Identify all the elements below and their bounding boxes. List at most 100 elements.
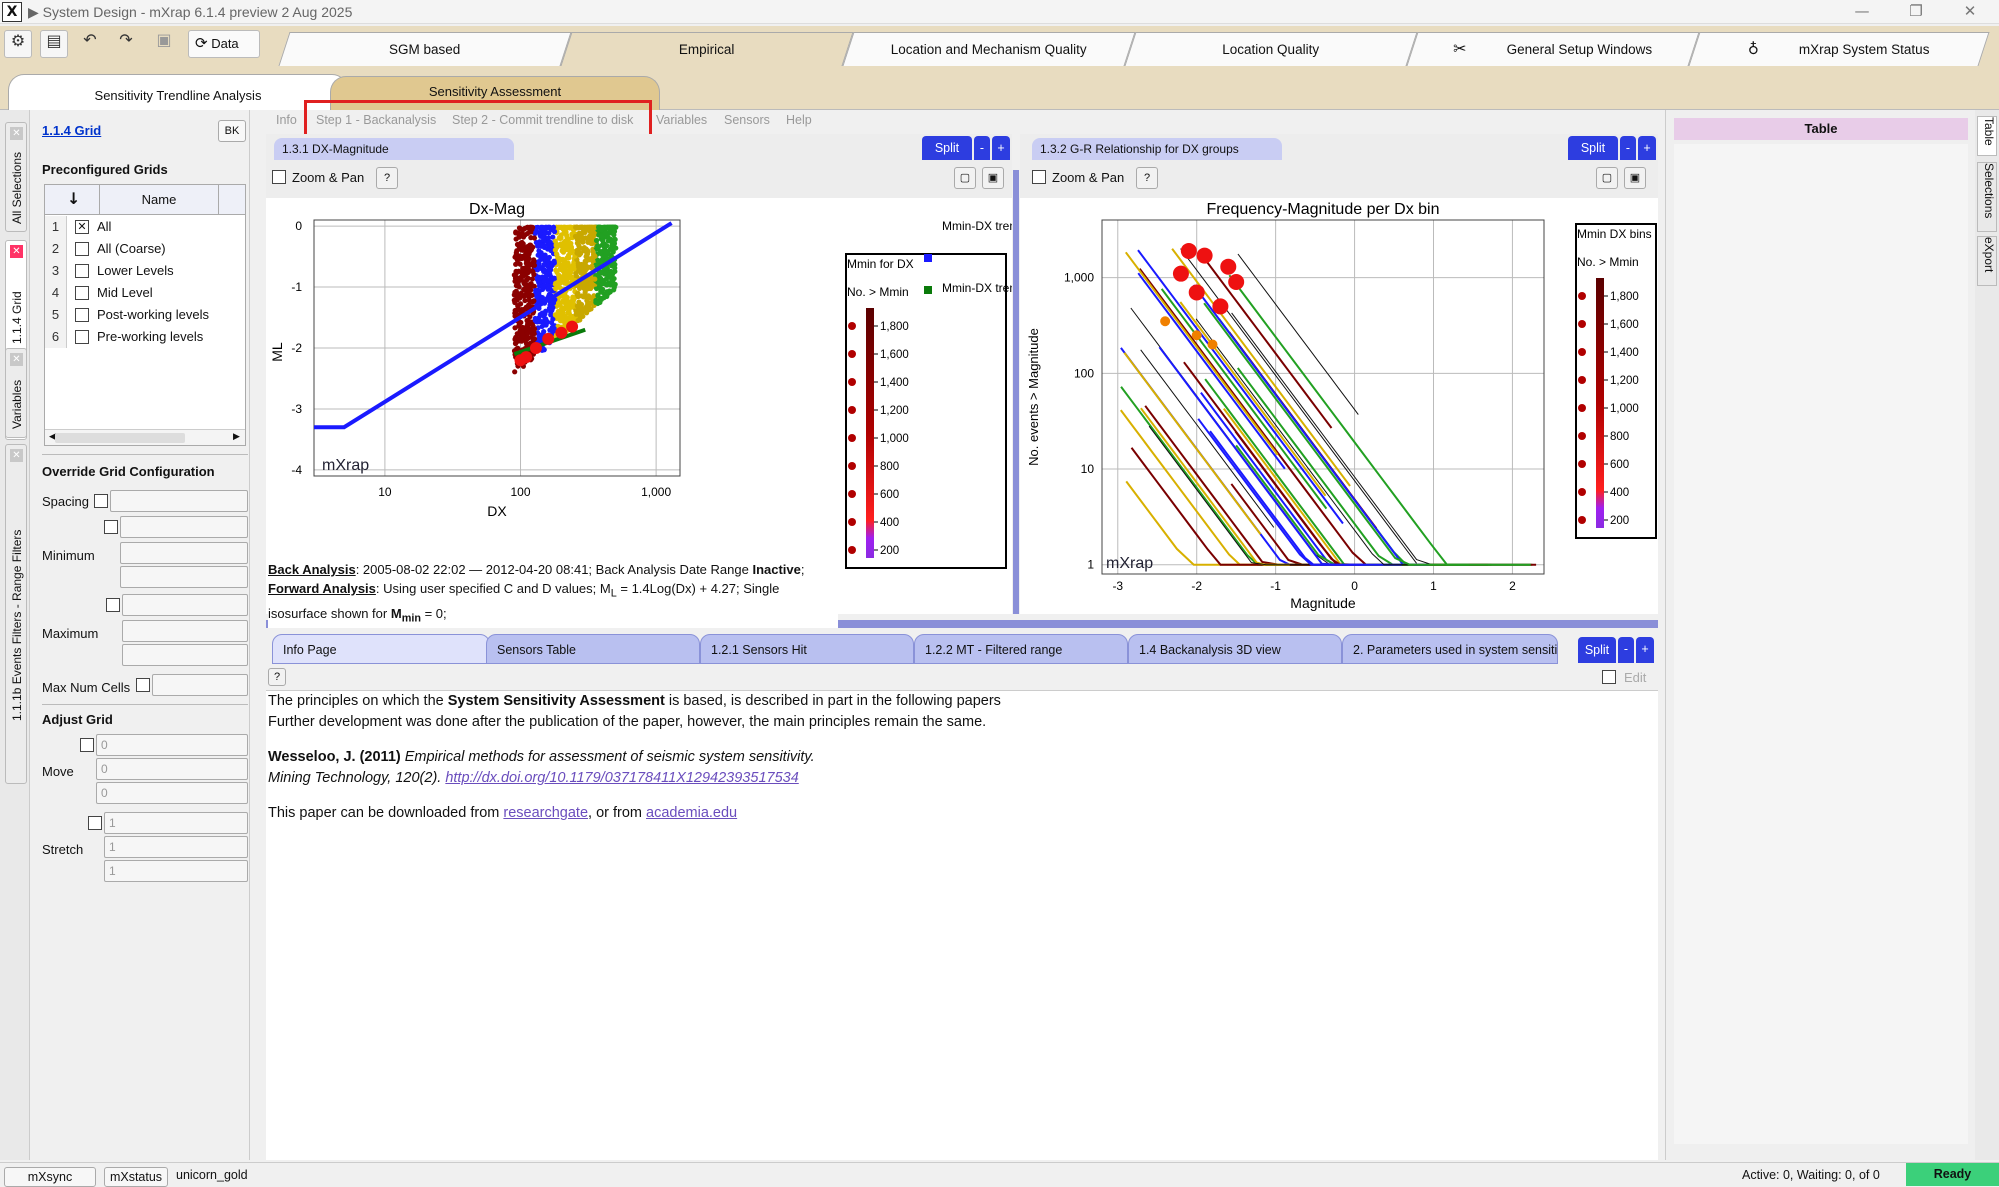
move-x-field[interactable]: 0 bbox=[96, 734, 248, 756]
table-row[interactable]: 2 All (Coarse) bbox=[45, 238, 245, 260]
mxsync-button[interactable]: mXsync bbox=[4, 1167, 96, 1187]
save-icon[interactable]: ▣ bbox=[1624, 167, 1646, 189]
vtab-event-filters[interactable]: ✕ 1.1.1b Events Filters - Range Filters bbox=[5, 444, 27, 784]
table-row[interactable]: 1 ✕ All bbox=[45, 216, 245, 238]
maximum-checkbox[interactable] bbox=[106, 598, 120, 612]
scroll-right-icon[interactable]: ▶ bbox=[233, 431, 240, 442]
split-button[interactable]: Split bbox=[1568, 136, 1618, 160]
tab-sensors-hit[interactable]: 1.2.1 Sensors Hit bbox=[700, 634, 914, 664]
move-y-field[interactable]: 0 bbox=[96, 758, 248, 780]
edit-checkbox[interactable] bbox=[1602, 670, 1616, 684]
close-icon[interactable]: ✕ bbox=[10, 449, 23, 462]
tab-sgm-based[interactable]: SGM based bbox=[278, 32, 572, 66]
plus-icon[interactable]: + bbox=[1638, 136, 1656, 160]
max-num-cells-field[interactable] bbox=[152, 674, 248, 696]
researchgate-link[interactable]: researchgate bbox=[503, 805, 588, 821]
clipboard-icon[interactable]: ▢ bbox=[954, 167, 976, 189]
menu-sensors[interactable]: Sensors bbox=[724, 113, 770, 127]
save-icon[interactable]: ▣ bbox=[150, 30, 178, 58]
move-checkbox[interactable] bbox=[80, 738, 94, 752]
bk-button[interactable]: BK bbox=[218, 120, 246, 142]
tab-sensitivity-trendline-analysis[interactable]: Sensitivity Trendline Analysis bbox=[8, 74, 348, 110]
restore-icon[interactable]: ❐ bbox=[1896, 2, 1936, 22]
splitter-handle[interactable] bbox=[1013, 170, 1019, 614]
menu-variables[interactable]: Variables bbox=[656, 113, 707, 127]
tab-backanalysis-3d[interactable]: 1.4 Backanalysis 3D view bbox=[1128, 634, 1342, 664]
tab-location-quality[interactable]: Location Quality bbox=[1124, 32, 1418, 66]
minus-icon[interactable]: - bbox=[1618, 637, 1634, 663]
tab-general-setup-windows[interactable]: ✂ General Setup Windows bbox=[1406, 32, 1700, 66]
minimum-z-field[interactable] bbox=[120, 566, 248, 588]
grid-panel-title[interactable]: 1.1.4 Grid bbox=[42, 123, 101, 138]
plot-tab-dx-magnitude[interactable]: 1.3.1 DX-Magnitude bbox=[274, 138, 514, 160]
academia-link[interactable]: academia.edu bbox=[646, 805, 737, 821]
stretch-z-field[interactable]: 1 bbox=[104, 860, 248, 882]
maximum-z-field[interactable] bbox=[122, 644, 248, 666]
menu-info[interactable]: Info bbox=[276, 113, 297, 127]
spacing-checkbox[interactable] bbox=[94, 494, 108, 508]
menu-help[interactable]: Help bbox=[786, 113, 812, 127]
sort-arrow-icon[interactable]: ↓ bbox=[67, 189, 87, 208]
row-checkbox[interactable] bbox=[75, 242, 89, 256]
redo-icon[interactable]: ↷ bbox=[112, 30, 140, 58]
minimum-x-field[interactable] bbox=[120, 516, 248, 538]
data-button[interactable]: ⟳ Data bbox=[188, 30, 260, 58]
table-row[interactable]: 3 Lower Levels bbox=[45, 260, 245, 282]
zoom-pan-checkbox[interactable] bbox=[1032, 170, 1046, 184]
plus-icon[interactable]: + bbox=[992, 136, 1010, 160]
close-icon[interactable]: ✕ bbox=[10, 127, 23, 140]
vtab-export[interactable]: eXport bbox=[1977, 236, 1997, 286]
gear-icon[interactable]: ⚙ bbox=[4, 30, 32, 58]
spacing-field[interactable] bbox=[110, 490, 248, 512]
close-icon[interactable]: ✕ bbox=[10, 353, 23, 366]
undo-icon[interactable]: ↶ bbox=[76, 30, 104, 58]
clipboard-icon[interactable]: ▢ bbox=[1596, 167, 1618, 189]
table-row[interactable]: 4 Mid Level bbox=[45, 282, 245, 304]
doi-link[interactable]: http://dx.doi.org/10.1179/037178411X1294… bbox=[445, 770, 798, 786]
table-row[interactable]: 6 Pre-working levels bbox=[45, 326, 245, 348]
mxstatus-button[interactable]: mXstatus bbox=[104, 1167, 168, 1187]
vtab-variables[interactable]: ✕ Variables bbox=[5, 348, 27, 438]
column-name-header[interactable]: Name bbox=[99, 185, 219, 215]
maximum-x-field[interactable] bbox=[122, 594, 248, 616]
minus-icon[interactable]: - bbox=[1620, 136, 1636, 160]
split-button[interactable]: Split bbox=[1578, 637, 1616, 663]
tab-parameters[interactable]: 2. Parameters used in system sensiti bbox=[1342, 634, 1558, 664]
layout-icon[interactable]: ▤ bbox=[40, 30, 68, 58]
dx-mag-chart[interactable]: Dx-Mag 10 100 1,000 0 -1 -2 -3 -4 DX ML mXrap Mmin f… bbox=[266, 198, 1012, 614]
minus-icon[interactable]: - bbox=[974, 136, 990, 160]
table-row[interactable]: 5 Post-working levels bbox=[45, 304, 245, 326]
maximum-y-field[interactable] bbox=[122, 620, 248, 642]
close-icon[interactable]: ✕ bbox=[10, 245, 23, 258]
scroll-thumb[interactable] bbox=[55, 433, 185, 443]
minimize-icon[interactable]: — bbox=[1842, 2, 1882, 22]
stretch-checkbox[interactable] bbox=[88, 816, 102, 830]
row-checkbox[interactable] bbox=[75, 308, 89, 322]
row-checkbox[interactable]: ✕ bbox=[75, 220, 89, 234]
zoom-pan-checkbox[interactable] bbox=[272, 170, 286, 184]
tab-sensors-table[interactable]: Sensors Table bbox=[486, 634, 700, 664]
help-button[interactable]: ? bbox=[268, 668, 286, 686]
stretch-x-field[interactable]: 1 bbox=[104, 812, 248, 834]
tab-location-mechanism-quality[interactable]: Location and Mechanism Quality bbox=[842, 32, 1136, 66]
frequency-magnitude-chart[interactable]: Frequency-Magnitude per Dx bin -3 -2 -1 0 1 2 1… bbox=[1020, 198, 1658, 614]
help-button[interactable]: ? bbox=[1136, 167, 1158, 189]
max-num-cells-checkbox[interactable] bbox=[136, 678, 150, 692]
tab-info-page[interactable]: Info Page bbox=[272, 634, 490, 664]
tab-mxrap-system-status[interactable]: ♁ mXrap System Status bbox=[1688, 32, 1990, 66]
minimum-checkbox[interactable] bbox=[104, 520, 118, 534]
vtab-all-selections[interactable]: ✕ All Selections bbox=[5, 122, 27, 232]
vtab-selections[interactable]: Selections bbox=[1977, 162, 1997, 232]
plus-icon[interactable]: + bbox=[1636, 637, 1654, 663]
help-button[interactable]: ? bbox=[376, 167, 398, 189]
plot-tab-gr-relationship[interactable]: 1.3.2 G-R Relationship for DX groups bbox=[1032, 138, 1282, 160]
row-checkbox[interactable] bbox=[75, 264, 89, 278]
tab-mt-filtered-range[interactable]: 1.2.2 MT - Filtered range bbox=[914, 634, 1128, 664]
row-checkbox[interactable] bbox=[75, 330, 89, 344]
split-button[interactable]: Split bbox=[922, 136, 972, 160]
tab-empirical[interactable]: Empirical bbox=[560, 32, 854, 66]
vtab-table[interactable]: Table bbox=[1977, 116, 1997, 156]
stretch-y-field[interactable]: 1 bbox=[104, 836, 248, 858]
minimum-y-field[interactable] bbox=[120, 542, 248, 564]
move-z-field[interactable]: 0 bbox=[96, 782, 248, 804]
